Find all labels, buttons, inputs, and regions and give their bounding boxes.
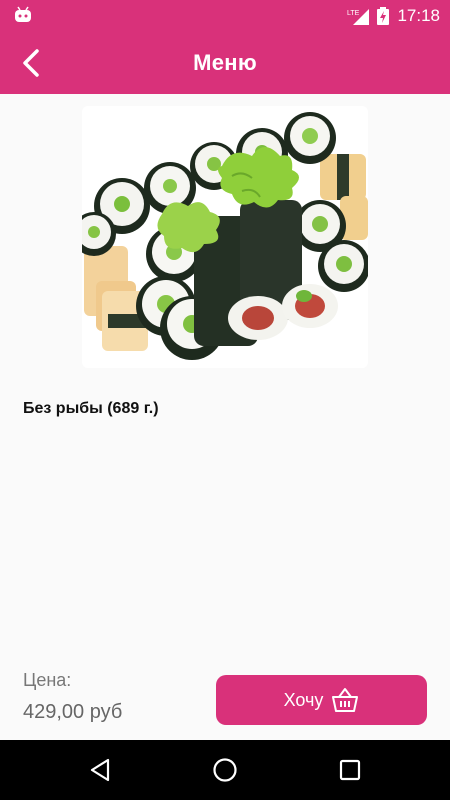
circle-home-icon (213, 758, 237, 782)
want-button-label: Хочу (283, 689, 324, 710)
system-nav-bar (0, 740, 450, 800)
page-title: Меню (193, 50, 257, 75)
price-label: Цена: (23, 670, 72, 690)
android-icon (15, 6, 31, 22)
sushi-illustration (82, 106, 368, 368)
nav-back-button[interactable] (70, 740, 130, 800)
want-button[interactable]: Хочу (216, 675, 427, 725)
battery-charging-icon (377, 7, 390, 25)
square-recents-icon (339, 759, 361, 781)
product-image (82, 106, 368, 368)
network-type-label: LTE (347, 10, 360, 17)
back-button[interactable] (12, 44, 50, 82)
app-bar: Меню (0, 32, 450, 94)
basket-icon (332, 688, 359, 712)
nav-recents-button[interactable] (320, 740, 380, 800)
price-value: 429,00 руб (23, 701, 123, 723)
signal-icon: LTE (347, 9, 370, 25)
triangle-back-icon (90, 758, 110, 782)
nav-home-button[interactable] (195, 740, 255, 800)
status-time: 17:18 (397, 6, 440, 25)
status-bar: LTE 17:18 (0, 0, 450, 32)
arrow-back-icon (23, 49, 39, 77)
product-name: Без рыбы (689 г.) (23, 400, 159, 417)
